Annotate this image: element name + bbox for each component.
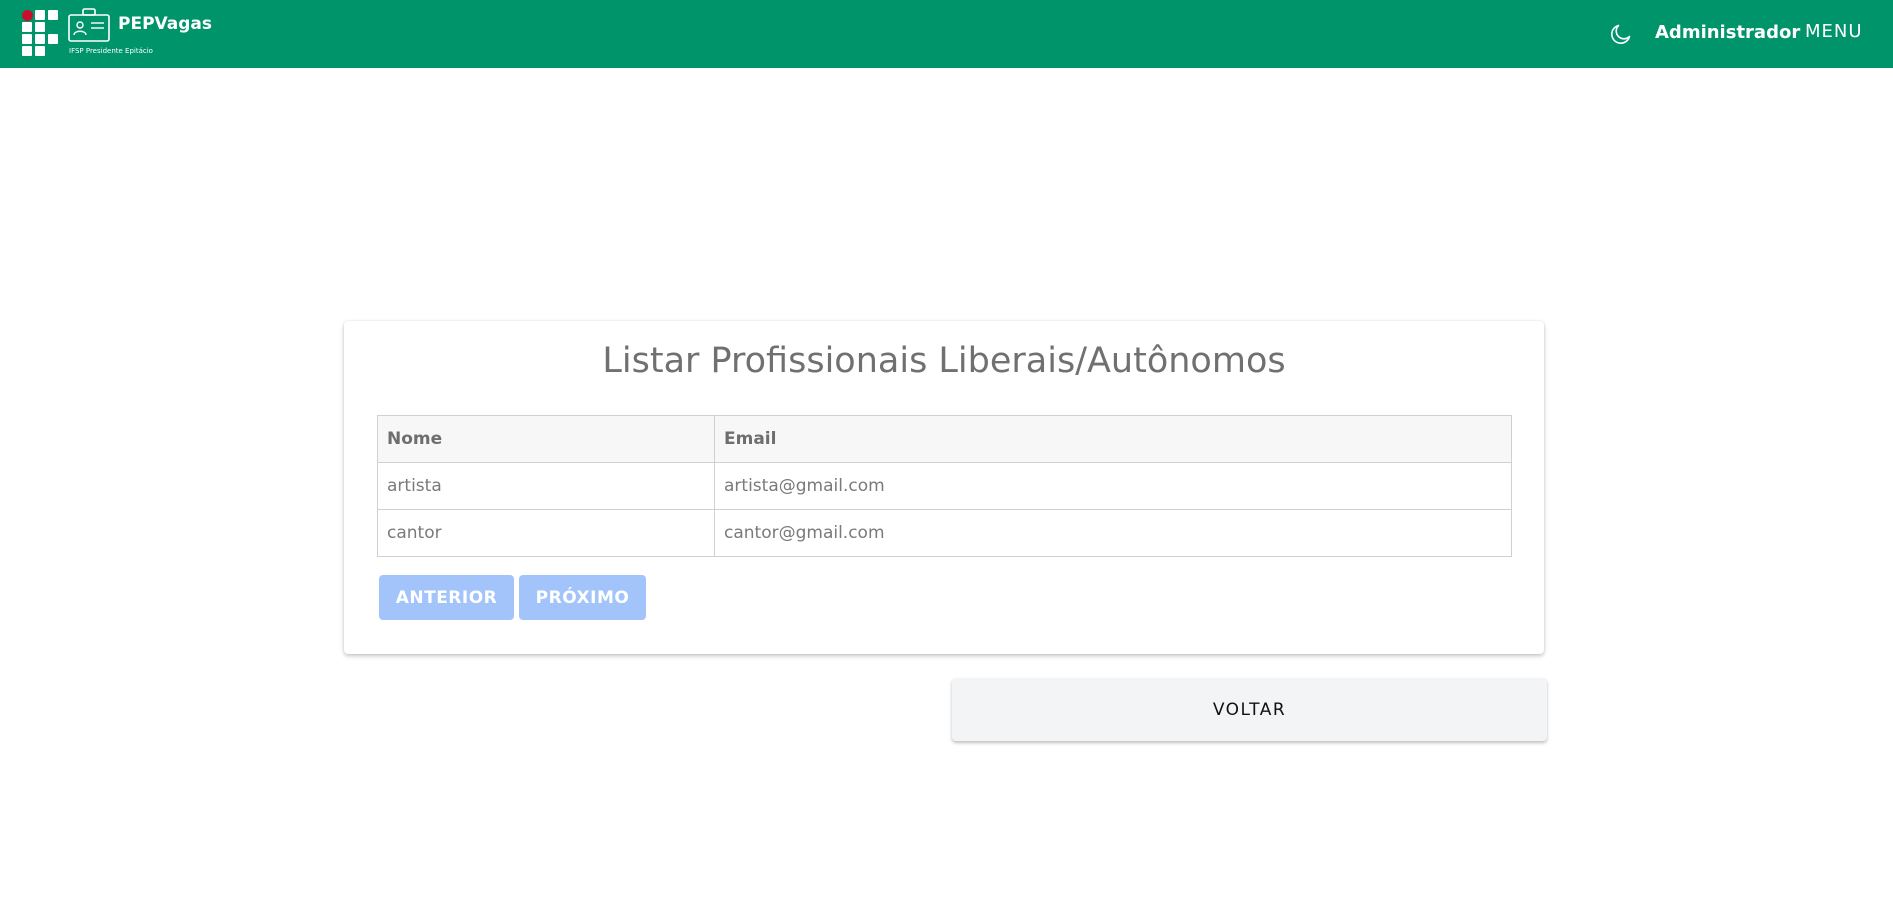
back-button[interactable]: VOLTAR bbox=[952, 678, 1547, 741]
list-card: Listar Profissionais Liberais/Autônomos … bbox=[344, 321, 1544, 654]
menu-button[interactable]: MENU bbox=[1805, 21, 1863, 42]
cell-nome: artista bbox=[377, 462, 715, 510]
brand-title[interactable]: PEPVagas bbox=[118, 14, 212, 34]
page-title: Listar Profissionais Liberais/Autônomos bbox=[602, 341, 1286, 381]
top-navbar: PEPVagas IFSP Presidente Epitácio Admini… bbox=[0, 0, 1893, 68]
table-header-row: Nome Email bbox=[377, 415, 1512, 463]
column-header-nome: Nome bbox=[377, 415, 715, 463]
brand-subtitle: IFSP Presidente Epitácio bbox=[69, 47, 153, 55]
next-page-button[interactable]: PRÓXIMO bbox=[519, 575, 646, 620]
cell-email: artista@gmail.com bbox=[714, 462, 1512, 510]
user-menu-administrador[interactable]: Administrador bbox=[1655, 22, 1800, 43]
cell-nome: cantor bbox=[377, 509, 715, 557]
id-badge-icon bbox=[68, 8, 110, 42]
moon-icon[interactable] bbox=[1609, 22, 1633, 46]
table-row[interactable]: cantor cantor@gmail.com bbox=[377, 509, 1512, 557]
column-header-email: Email bbox=[714, 415, 1512, 463]
ifsp-logo[interactable] bbox=[22, 10, 58, 56]
cell-email: cantor@gmail.com bbox=[714, 509, 1512, 557]
logo-red-dot bbox=[22, 10, 33, 21]
previous-page-button[interactable]: ANTERIOR bbox=[379, 575, 514, 620]
table-row[interactable]: artista artista@gmail.com bbox=[377, 462, 1512, 510]
professionals-table: Nome Email artista artista@gmail.com can… bbox=[377, 415, 1512, 557]
